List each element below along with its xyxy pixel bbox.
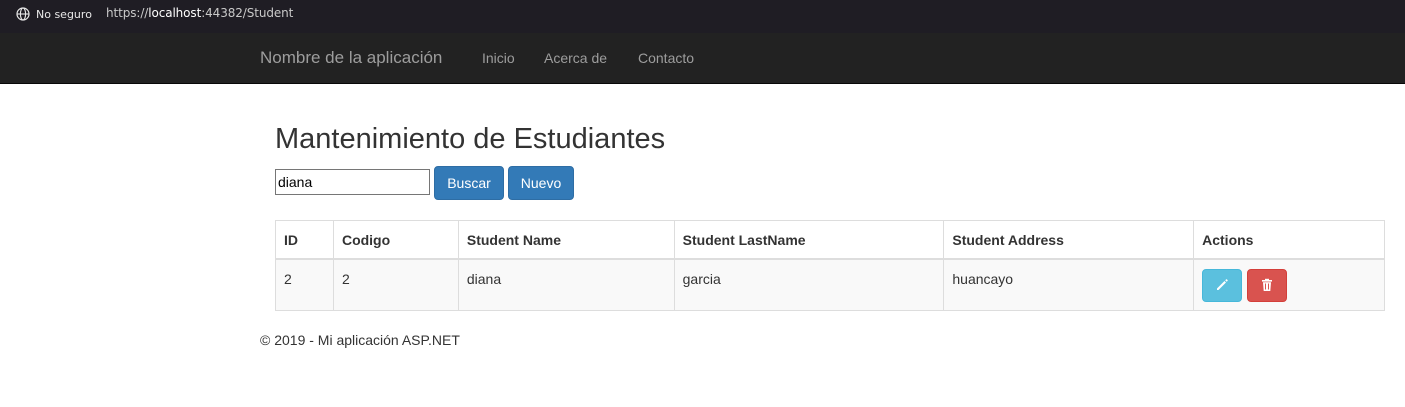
nav-link-acerca[interactable]: Acerca de [544,50,607,66]
pencil-icon [1217,279,1228,290]
brand-link[interactable]: Nombre de la aplicación [260,49,442,67]
header-student-lastname: Student LastName [673,220,945,260]
footer-text: © 2019 - Mi aplicación ASP.NET [260,332,460,348]
url-host: localhost [148,6,202,20]
url-scheme: https:// [106,6,149,20]
trash-icon [1262,278,1273,291]
header-codigo: Codigo [332,220,459,260]
cell-codigo: 2 [332,258,459,311]
header-student-name: Student Name [457,220,675,260]
url-path: :44382/Student [201,6,294,20]
new-button[interactable]: Nuevo [508,166,574,200]
cell-name: diana [457,258,675,311]
header-student-address: Student Address [943,220,1195,260]
students-table: ID Codigo Student Name Student LastName … [275,220,1385,311]
header-actions: Actions [1193,220,1385,260]
delete-button[interactable] [1247,269,1288,302]
app-navbar: Nombre de la aplicación Inicio Acerca de… [0,33,1405,84]
browser-address-bar: No seguro https://localhost:44382/Studen… [0,0,1405,33]
search-input[interactable] [275,169,430,195]
nav-link-contacto[interactable]: Contacto [638,50,694,66]
globe-icon [16,7,30,21]
table-header-row: ID Codigo Student Name Student LastName … [275,220,1385,260]
cell-id: 2 [275,258,334,311]
security-label: No seguro [36,7,92,21]
security-indicator[interactable]: No seguro [16,6,92,22]
page-title: Mantenimiento de Estudiantes [275,123,666,155]
url-field[interactable]: https://localhost:44382/Student [106,6,293,20]
table-row: 2 2 diana garcia huancayo [275,258,1385,311]
cell-lastname: garcia [673,258,945,311]
cell-address: huancayo [943,258,1195,311]
nav-link-inicio[interactable]: Inicio [482,50,515,66]
edit-button[interactable] [1202,269,1243,302]
cell-actions [1193,258,1385,311]
search-button[interactable]: Buscar [434,166,504,200]
header-id: ID [275,220,334,260]
